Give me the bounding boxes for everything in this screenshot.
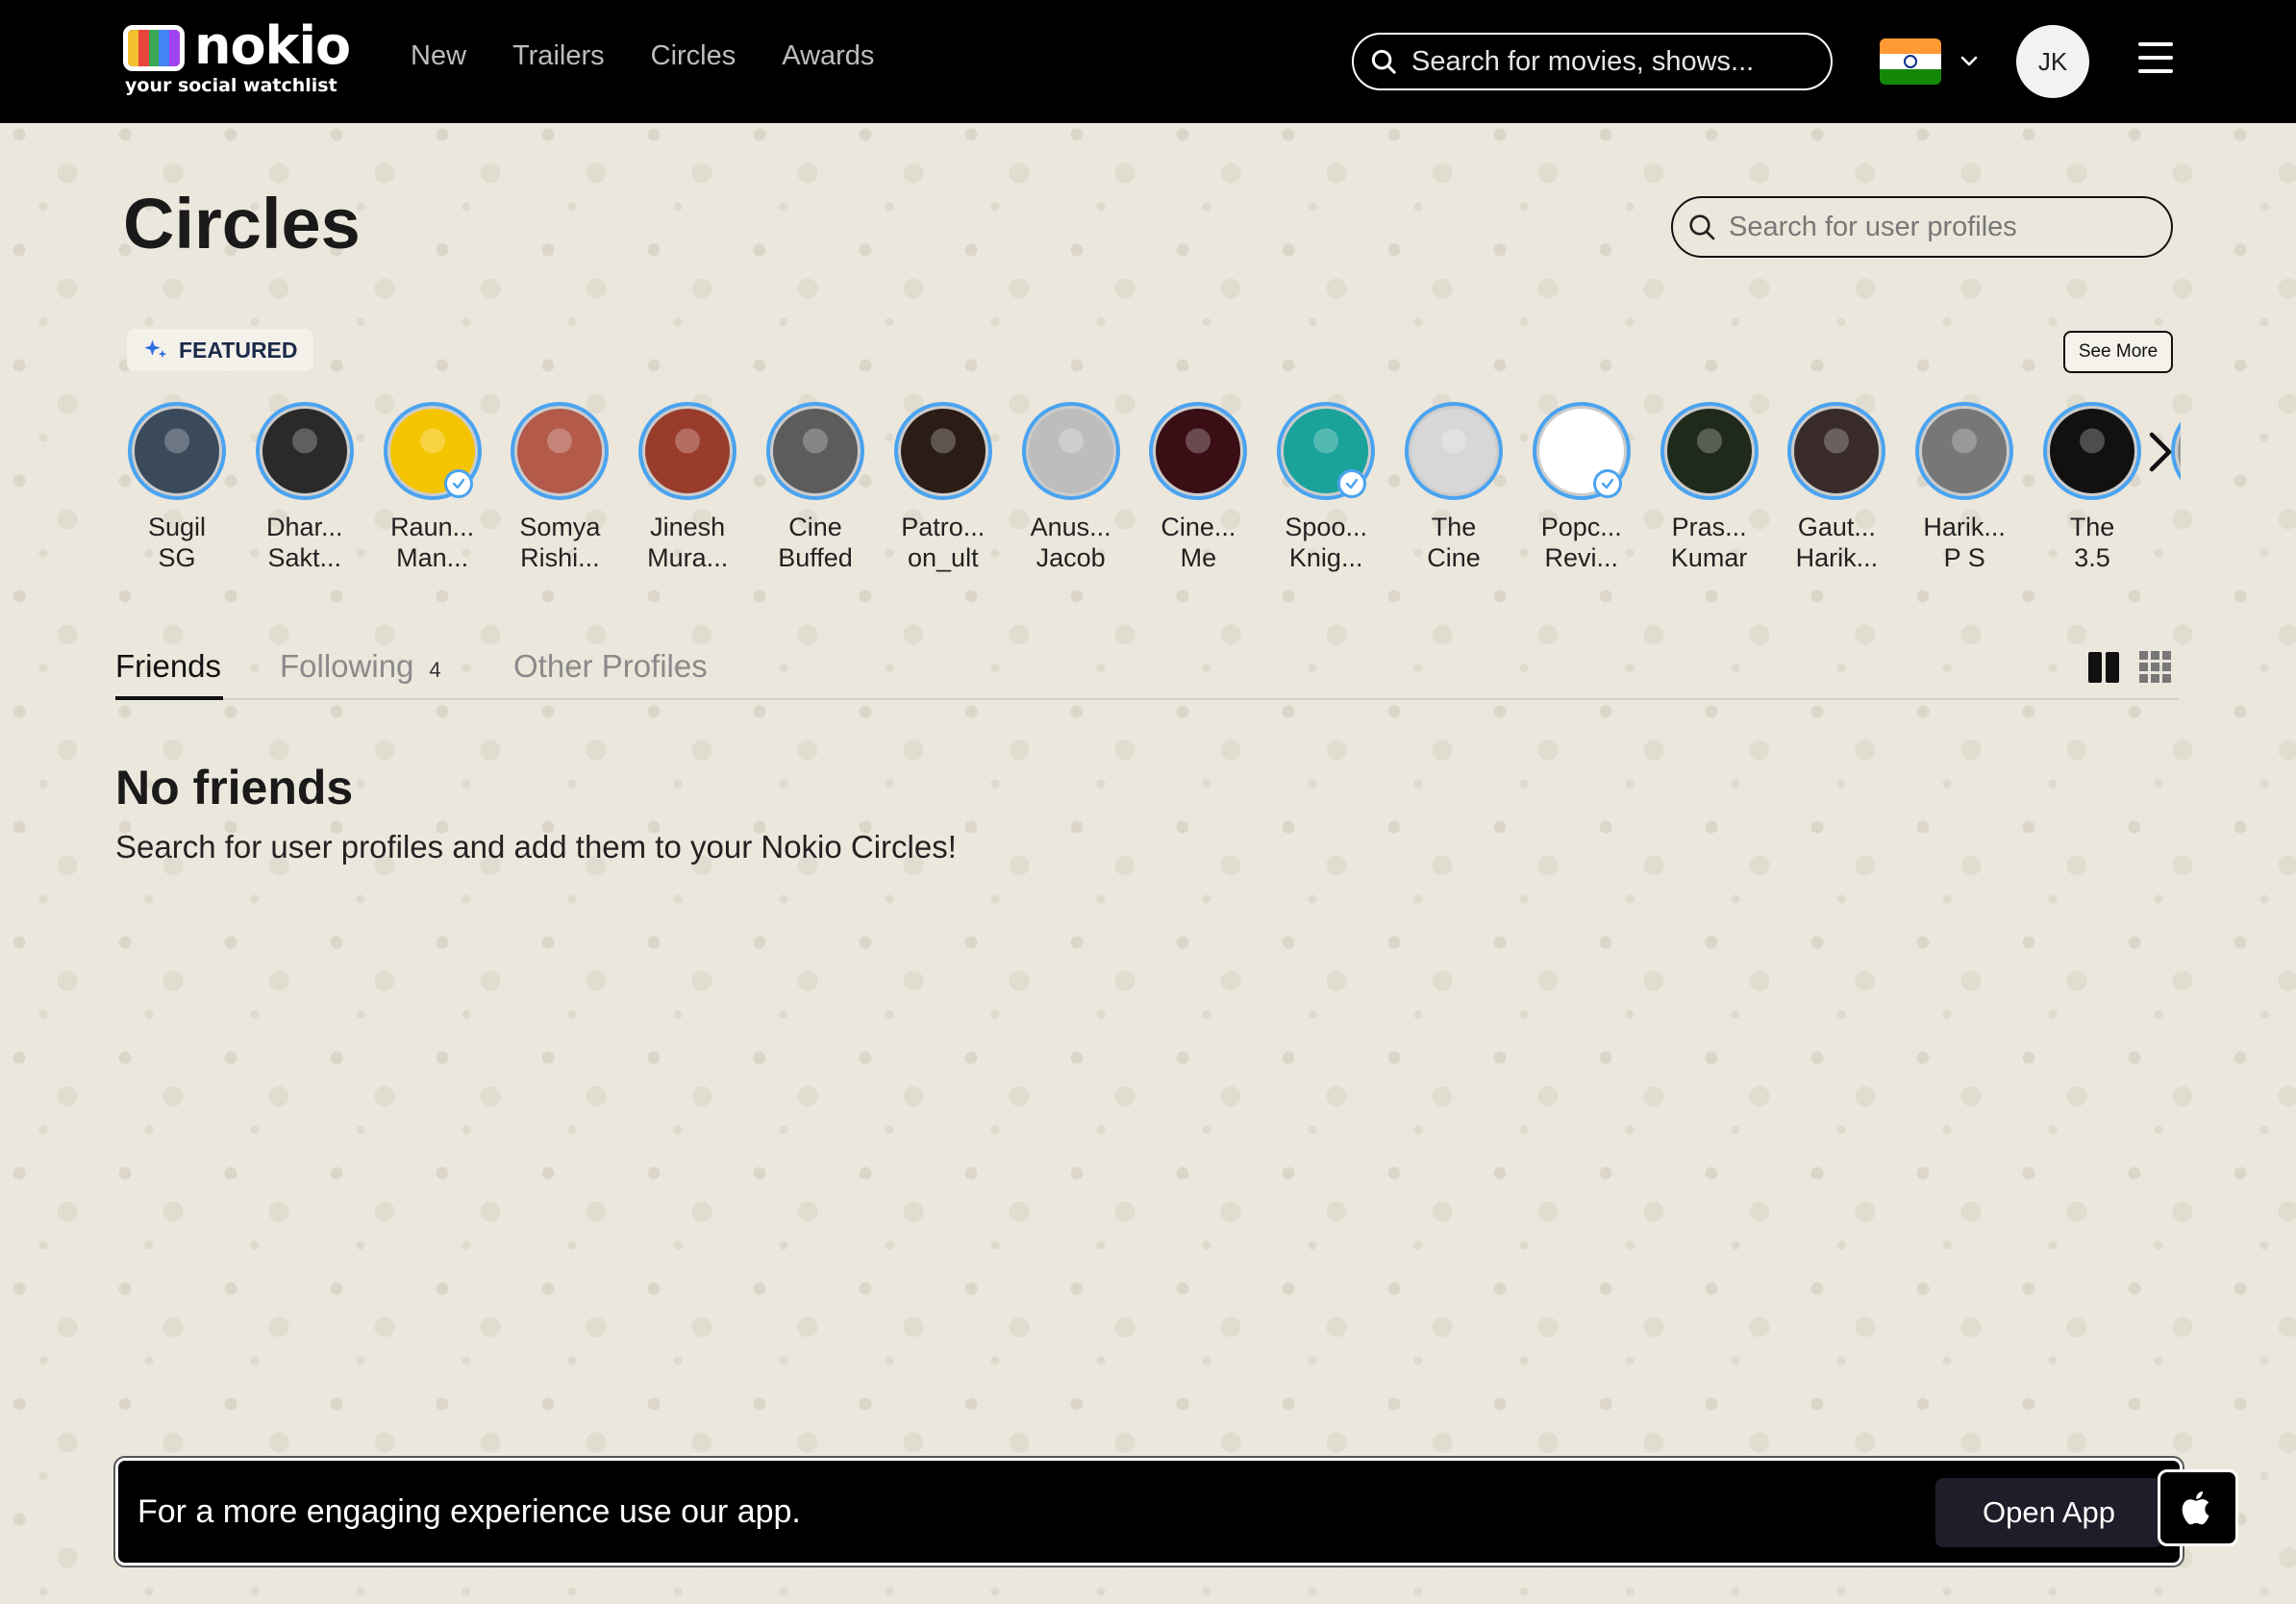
active-tab-indicator	[115, 696, 223, 700]
page-title: Circles	[123, 184, 361, 263]
profile-name: Raun... Man...	[390, 513, 475, 572]
apple-icon[interactable]	[2158, 1469, 2238, 1546]
profile-avatar	[1660, 402, 1759, 500]
profile-avatar	[128, 402, 226, 500]
tv-logo-icon	[123, 25, 185, 71]
profile-avatar	[766, 402, 864, 500]
featured-text: FEATURED	[179, 337, 298, 363]
featured-profile[interactable]: Patro... on_ult	[887, 402, 999, 573]
profile-name: Somya Rishi...	[519, 513, 601, 572]
nav-trailers[interactable]: Trailers	[512, 40, 605, 72]
search-icon	[1689, 214, 1715, 240]
tab-friends[interactable]: Friends	[115, 648, 221, 685]
featured-profile[interactable]: Gaut... Harik...	[1781, 402, 1892, 573]
profile-avatar	[893, 402, 992, 500]
user-avatar[interactable]: JK	[2016, 25, 2089, 98]
logo-tagline: your social watchlist	[125, 75, 337, 96]
india-flag-icon[interactable]	[1880, 38, 1941, 85]
featured-profile[interactable]: Harik... P S	[1909, 402, 2020, 573]
profile-name: Cine... Me	[1160, 513, 1236, 572]
chevron-down-icon[interactable]	[1958, 50, 1981, 73]
profile-avatar	[511, 402, 610, 500]
grid-view-icon[interactable]	[2138, 650, 2173, 685]
featured-profile[interactable]: Cine... Me	[1142, 402, 1254, 573]
verified-badge-icon	[1592, 469, 1622, 498]
featured-label: FEATURED	[127, 329, 313, 371]
featured-profile[interactable]: The 3.5	[2036, 402, 2148, 573]
profile-avatar	[1405, 402, 1503, 500]
open-app-button[interactable]: Open App	[1935, 1478, 2162, 1547]
global-search[interactable]	[1352, 33, 1833, 90]
profile-avatar	[1149, 402, 1248, 500]
profile-name: The Cine	[1427, 513, 1481, 572]
profile-name: Anus... Jacob	[1030, 513, 1111, 572]
profile-name: I A	[2164, 512, 2181, 573]
see-more-button[interactable]: See More	[2063, 331, 2173, 373]
featured-profile[interactable]: Dhar... Sakt...	[249, 402, 361, 573]
profile-avatar	[255, 402, 354, 500]
profile-name: Dhar... Sakt...	[266, 513, 343, 572]
profile-name: The 3.5	[2069, 513, 2115, 572]
profile-name: Pras... Kumar	[1670, 513, 1748, 572]
tab-following-label: Following	[280, 648, 414, 684]
chevron-right-icon[interactable]	[2146, 429, 2175, 475]
empty-state-subtitle: Search for user profiles and add them to…	[115, 829, 957, 865]
profile-name: Patro... on_ult	[901, 513, 986, 572]
hamburger-menu-icon[interactable]	[2138, 42, 2173, 73]
profile-name: Popc... Revi...	[1540, 513, 1622, 572]
featured-profile[interactable]: Cine Buffed	[760, 402, 871, 573]
profile-name: Sugil SG	[147, 513, 207, 572]
nokio-logo[interactable]: nokio your social watchlist	[123, 15, 351, 100]
profile-name: Jinesh Mura...	[647, 513, 729, 572]
empty-state-title: No friends	[115, 761, 354, 815]
profile-search[interactable]	[1671, 196, 2173, 258]
profile-name: Gaut... Harik...	[1795, 513, 1879, 572]
featured-profile[interactable]: Pras... Kumar	[1654, 402, 1765, 573]
app-promo-banner: For a more engaging experience use our a…	[115, 1458, 2183, 1566]
circles-tabs: Friends Following 4 Other Profiles	[115, 644, 2179, 700]
featured-profile[interactable]: Somya Rishi...	[504, 402, 615, 573]
profile-avatar	[2043, 402, 2141, 500]
profile-avatar	[638, 402, 737, 500]
verified-badge-icon	[443, 469, 473, 498]
nav-circles[interactable]: Circles	[651, 40, 736, 72]
view-toggle	[2086, 650, 2173, 685]
profile-name: Harik... P S	[1923, 513, 2006, 572]
featured-profile[interactable]: The Cine	[1398, 402, 1510, 573]
featured-profile[interactable]: Sugil SG	[127, 402, 233, 573]
logo-wordmark: nokio	[194, 15, 351, 76]
banner-message: For a more engaging experience use our a…	[137, 1493, 801, 1530]
tab-following[interactable]: Following 4	[280, 648, 441, 685]
featured-profile[interactable]: Jinesh Mura...	[632, 402, 743, 573]
nav-new[interactable]: New	[411, 40, 466, 72]
main-nav: New Trailers Circles Awards	[411, 40, 920, 72]
profile-avatar	[1915, 402, 2014, 500]
featured-profile[interactable]: Popc... Revi...	[1526, 402, 1637, 573]
profile-avatar	[1787, 402, 1886, 500]
profile-avatar	[1021, 402, 1120, 500]
featured-profiles-strip: Sugil SG Dhar... Sakt... Raun... Man... Som…	[127, 402, 2181, 585]
tab-friends-label: Friends	[115, 648, 222, 684]
featured-profile[interactable]: Anus... Jacob	[1015, 402, 1127, 573]
tab-other-label: Other Profiles	[513, 648, 708, 684]
following-count-badge: 4	[429, 658, 441, 682]
global-search-input[interactable]	[1411, 45, 1815, 78]
profile-name: Cine Buffed	[778, 513, 853, 572]
verified-badge-icon	[1337, 469, 1367, 498]
search-icon	[1371, 49, 1396, 74]
two-column-view-icon[interactable]	[2086, 650, 2121, 685]
featured-profile[interactable]: Raun... Man...	[377, 402, 488, 573]
sparkle-icon	[144, 339, 167, 359]
featured-profile[interactable]: I A	[2164, 402, 2181, 573]
top-navbar: nokio your social watchlist New Trailers…	[0, 0, 2296, 123]
tab-other-profiles[interactable]: Other Profiles	[513, 648, 708, 685]
featured-profile[interactable]: Spoo... Knig...	[1270, 402, 1382, 573]
profile-name: Spoo... Knig...	[1285, 513, 1367, 572]
nav-awards[interactable]: Awards	[782, 40, 874, 72]
profile-search-input[interactable]	[1729, 211, 2152, 243]
